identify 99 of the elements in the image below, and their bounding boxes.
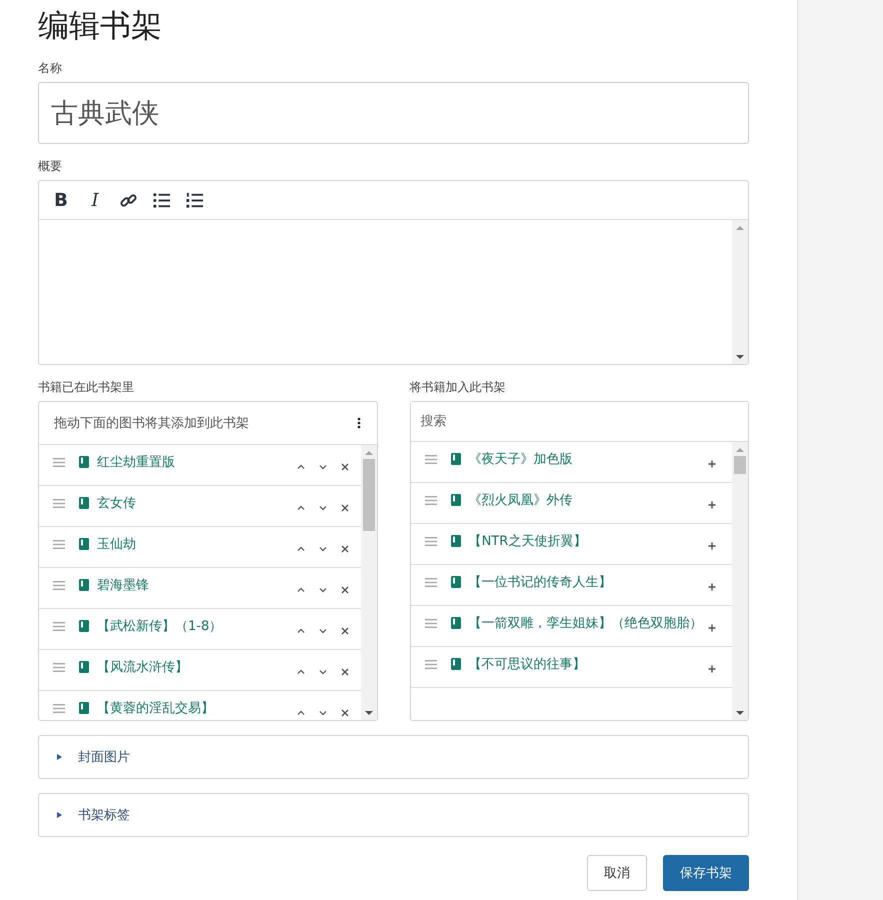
book-title[interactable]: 【风流水浒传】	[97, 657, 188, 678]
book-row[interactable]: 红尘劫重置版	[39, 445, 361, 486]
collapsible-section[interactable]: 书架标签	[38, 793, 750, 837]
italic-button[interactable]: I	[85, 190, 105, 210]
book-icon	[79, 579, 89, 591]
move-down-icon[interactable]	[318, 545, 327, 553]
book-row[interactable]: 【黄蓉的淫乱交易】	[39, 691, 361, 720]
book-row[interactable]: 【不可思议的往事】	[410, 647, 732, 688]
book-icon	[79, 661, 89, 673]
book-icon	[79, 497, 89, 509]
book-title[interactable]: 《烈火凤凰》外传	[468, 490, 705, 511]
remove-icon[interactable]	[340, 463, 349, 471]
move-up-icon[interactable]	[296, 463, 305, 471]
add-icon[interactable]	[708, 624, 716, 632]
add-icon[interactable]	[708, 460, 716, 468]
add-icon[interactable]	[708, 501, 716, 509]
book-title[interactable]: 【不可思议的往事】	[468, 654, 705, 675]
book-row[interactable]: 玄女传	[39, 486, 361, 527]
field-label: 名称	[38, 60, 62, 76]
drag-handle-icon[interactable]	[53, 581, 65, 590]
move-down-icon[interactable]	[318, 463, 327, 471]
cancel-button[interactable]: 取消	[587, 855, 648, 891]
book-title[interactable]: 玉仙劫	[97, 534, 136, 555]
book-title[interactable]: 【武松新传】（1-8）	[97, 616, 222, 637]
add-icon[interactable]	[708, 583, 716, 591]
book-title[interactable]: 碧海墨锋	[97, 575, 149, 596]
scrollbar[interactable]	[732, 442, 748, 720]
drag-handle-icon[interactable]	[424, 578, 437, 587]
move-up-icon[interactable]	[296, 586, 305, 594]
book-row[interactable]: 《夜天子》加色版	[410, 442, 732, 483]
book-row[interactable]: 碧海墨锋	[39, 568, 361, 609]
book-title[interactable]: 【NTR之天使折翼】	[468, 531, 705, 552]
drag-handle-icon[interactable]	[53, 540, 65, 549]
book-title[interactable]: 【黄蓉的淫乱交易】	[97, 698, 214, 719]
remove-icon[interactable]	[340, 586, 349, 594]
book-row[interactable]: 【一箭双雕，孪生姐妹】（绝色双胞胎）	[410, 606, 732, 647]
drag-handle-icon[interactable]	[53, 663, 65, 672]
scrollbar[interactable]	[360, 445, 377, 720]
book-icon	[450, 494, 461, 506]
collapsible-section[interactable]: 封面图片	[38, 735, 750, 779]
book-icon	[450, 658, 461, 670]
drag-handle-icon[interactable]	[424, 537, 437, 546]
numbered-list-icon[interactable]	[185, 190, 204, 210]
book-title[interactable]: 红尘劫重置版	[97, 452, 175, 473]
book-row[interactable]: 【一位书记的传奇人生】	[410, 565, 732, 606]
book-row[interactable]: 《烈火凤凰》外传	[410, 483, 732, 524]
book-title[interactable]: 【一箭双雕，孪生姐妹】（绝色双胞胎）	[468, 613, 705, 634]
book-icon	[450, 535, 461, 547]
drag-handle-icon[interactable]	[53, 499, 65, 508]
bulleted-list-icon[interactable]	[152, 190, 171, 210]
move-up-icon[interactable]	[296, 627, 305, 635]
book-icon	[79, 538, 89, 550]
drag-handle-icon[interactable]	[53, 622, 65, 631]
drag-handle-icon[interactable]	[53, 704, 65, 713]
move-down-icon[interactable]	[318, 709, 327, 717]
remove-icon[interactable]	[340, 504, 349, 512]
field-label: 概要	[38, 158, 62, 174]
drag-handle-icon[interactable]	[424, 619, 437, 628]
remove-icon[interactable]	[340, 545, 349, 553]
search-field[interactable]: 搜索	[410, 402, 748, 442]
move-up-icon[interactable]	[296, 504, 305, 512]
remove-icon[interactable]	[340, 627, 349, 635]
drag-handle-icon[interactable]	[53, 458, 65, 467]
book-row[interactable]: 【武松新传】（1-8）	[39, 609, 361, 650]
move-down-icon[interactable]	[318, 627, 327, 635]
drag-handle-icon[interactable]	[424, 660, 437, 669]
drag-hint: 拖动下面的图书将其添加到此书架	[54, 415, 249, 432]
section-label: 将书籍加入此书架	[410, 379, 506, 395]
book-title[interactable]: 玄女传	[97, 493, 136, 514]
move-down-icon[interactable]	[318, 586, 327, 594]
more-options-icon[interactable]	[356, 417, 361, 429]
book-icon	[79, 456, 89, 468]
save-button[interactable]: 保存书架	[663, 855, 750, 891]
drag-handle-icon[interactable]	[424, 496, 437, 505]
book-row[interactable]: 【风流水浒传】	[39, 650, 361, 691]
move-up-icon[interactable]	[296, 545, 305, 553]
book-icon	[450, 617, 461, 629]
move-up-icon[interactable]	[296, 668, 305, 676]
scrollbar[interactable]	[732, 220, 748, 364]
drag-handle-icon[interactable]	[424, 455, 437, 464]
move-down-icon[interactable]	[318, 668, 327, 676]
bold-button[interactable]: B	[51, 190, 71, 210]
book-row[interactable]: 【NTR之天使折翼】	[410, 524, 732, 565]
remove-icon[interactable]	[340, 709, 349, 717]
book-title[interactable]: 【一位书记的传奇人生】	[468, 572, 705, 593]
book-icon	[79, 620, 89, 632]
name-input-field[interactable]: 古典武侠	[38, 82, 750, 144]
move-down-icon[interactable]	[318, 504, 327, 512]
add-icon[interactable]	[708, 542, 716, 550]
book-icon	[450, 576, 461, 588]
page-title: 编辑书架	[38, 7, 163, 46]
add-icon[interactable]	[708, 665, 716, 673]
book-icon	[450, 453, 461, 465]
section-label: 书籍已在此书架里	[38, 379, 134, 395]
move-up-icon[interactable]	[296, 709, 305, 717]
remove-icon[interactable]	[340, 668, 349, 676]
book-title[interactable]: 《夜天子》加色版	[468, 449, 705, 470]
book-row[interactable]: 玉仙劫	[39, 527, 361, 568]
book-icon	[79, 702, 89, 714]
